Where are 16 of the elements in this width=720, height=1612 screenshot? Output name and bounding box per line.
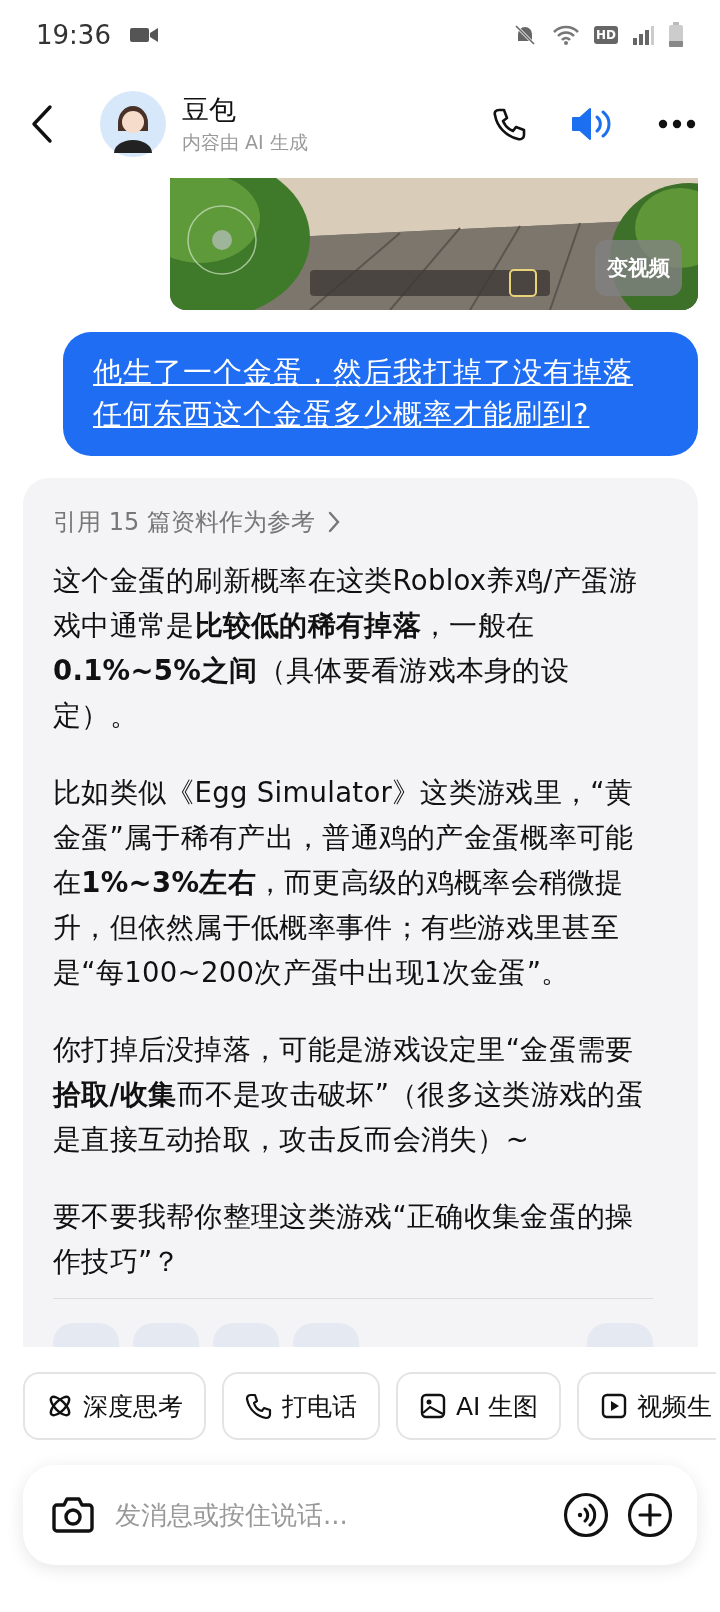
quick-action-chip[interactable]: 视频生 <box>577 1372 717 1440</box>
reply-paragraph: 比如类似《Egg Simulator》这类游戏里，“黄金蛋”属于稀有产出，普通鸡的产金蛋概率可能在1%~3%左右，而更高级的鸡概率会稍微提升，但依然属于低概率事件；有些游戏里甚至是“每100~200次产蛋中出现1次金蛋”。 <box>53 775 635 990</box>
user-message: 他生了一个金蛋，然后我打掉了没有掉落任何东西这个金蛋多少概率才能刷到? <box>93 355 633 431</box>
message-field[interactable]: 发消息或按住说话... <box>113 1499 545 1531</box>
convert-to-video-button[interactable]: 变视频 <box>595 240 682 296</box>
chat-title: 豆包 <box>182 93 237 127</box>
quick-action-chip[interactable]: 打电话 <box>222 1372 380 1440</box>
quick-action-chip[interactable]: AI 生图 <box>396 1372 562 1440</box>
reply-paragraph: 要不要我帮你整理这类游戏“正确收集金蛋的操作技巧”？ <box>53 1199 635 1279</box>
status-time: 19:36 <box>36 20 111 50</box>
references-link[interactable]: 引用 15 篇资料作为参考 <box>53 506 315 538</box>
reply-paragraph: 你打掉后没掉落，可能是游戏设定里“金蛋需要拾取/收集而不是攻击破坏”（很多这类游戏的蛋是直接互动拾取，攻击反而会消失）~ <box>53 1032 645 1157</box>
network-badge: HD <box>594 26 618 44</box>
chat-subtitle: 内容由 AI 生成 <box>182 130 308 155</box>
quick-action-chip[interactable]: 深度思考 <box>23 1372 206 1440</box>
reply-paragraph: 这个金蛋的刷新概率在这类Roblox养鸡/产蛋游戏中通常是比较低的稀有掉落，一般在0.1%~5%之间（具体要看游戏本身的设定）。 <box>53 563 639 733</box>
